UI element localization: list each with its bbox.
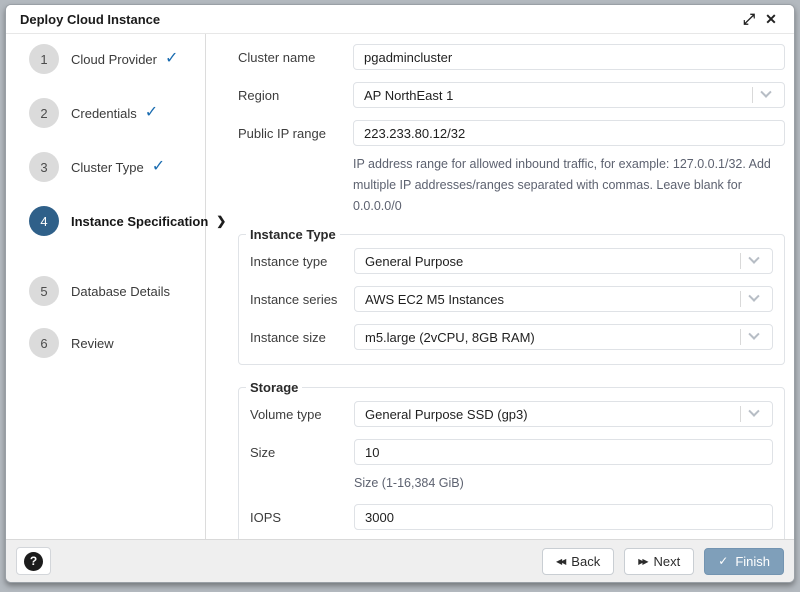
region-label: Region bbox=[238, 88, 353, 103]
cluster-name-row: Cluster name bbox=[238, 44, 785, 70]
step-number-badge: 1 bbox=[29, 44, 59, 74]
select-divider bbox=[752, 87, 753, 103]
instance-type-group: Instance Type Instance type General Purp… bbox=[238, 227, 785, 365]
instance-size-select[interactable]: m5.large (2vCPU, 8GB RAM) bbox=[354, 324, 773, 350]
public-ip-label: Public IP range bbox=[238, 126, 353, 141]
size-row: Size bbox=[250, 439, 773, 465]
instance-type-legend: Instance Type bbox=[246, 227, 340, 242]
next-button[interactable]: ▶▶ Next bbox=[624, 548, 694, 575]
check-icon: ✓ bbox=[165, 51, 178, 67]
instance-series-row: Instance series AWS EC2 M5 Instances bbox=[250, 286, 773, 312]
volume-type-row: Volume type General Purpose SSD (gp3) bbox=[250, 401, 773, 427]
size-label: Size bbox=[250, 445, 354, 460]
instance-size-selected-value: m5.large (2vCPU, 8GB RAM) bbox=[365, 330, 740, 345]
size-help-text: Size (1-16,384 GiB) bbox=[354, 473, 773, 494]
wizard-step-cloud-provider: 1 Cloud Provider ✓ bbox=[29, 44, 205, 74]
next-icon: ▶▶ bbox=[638, 557, 646, 566]
cluster-name-input[interactable] bbox=[353, 44, 785, 70]
dialog-titlebar: Deploy Cloud Instance ⤢ ✕ bbox=[6, 5, 794, 34]
step-number-badge: 2 bbox=[29, 98, 59, 128]
region-selected-value: AP NorthEast 1 bbox=[364, 88, 752, 103]
instance-type-row: Instance type General Purpose bbox=[250, 248, 773, 274]
wizard-step-instance-specification: 4 Instance Specification ❯ bbox=[29, 206, 205, 236]
step-label: Instance Specification bbox=[71, 214, 208, 229]
wizard-step-database-details: 5 Database Details bbox=[29, 276, 205, 306]
public-ip-help-text: IP address range for allowed inbound tra… bbox=[353, 154, 785, 217]
step-label: Credentials bbox=[71, 106, 137, 121]
step-number-badge: 6 bbox=[29, 328, 59, 358]
volume-type-label: Volume type bbox=[250, 407, 354, 422]
select-divider bbox=[740, 329, 741, 345]
instance-specification-form: Cluster name Region AP NorthEast 1 Publi… bbox=[206, 34, 794, 539]
cluster-name-label: Cluster name bbox=[238, 50, 353, 65]
finish-button-label: Finish bbox=[735, 554, 770, 569]
iops-row: IOPS bbox=[250, 504, 773, 530]
wizard-steps-sidebar: 1 Cloud Provider ✓ 2 Credentials ✓ 3 Clu… bbox=[6, 34, 206, 539]
check-icon: ✓ bbox=[145, 105, 158, 121]
step-label: Review bbox=[71, 336, 114, 351]
select-divider bbox=[740, 406, 741, 422]
instance-series-selected-value: AWS EC2 M5 Instances bbox=[365, 292, 740, 307]
wizard-step-review: 6 Review bbox=[29, 328, 205, 358]
check-icon: ✓ bbox=[152, 159, 165, 175]
back-button[interactable]: ◀◀ Back bbox=[542, 548, 614, 575]
back-icon: ◀◀ bbox=[556, 557, 564, 566]
instance-size-row: Instance size m5.large (2vCPU, 8GB RAM) bbox=[250, 324, 773, 350]
back-button-label: Back bbox=[571, 554, 600, 569]
step-label: Cloud Provider bbox=[71, 52, 157, 67]
select-divider bbox=[740, 253, 741, 269]
instance-type-selected-value: General Purpose bbox=[365, 254, 740, 269]
iops-label: IOPS bbox=[250, 510, 354, 525]
instance-series-label: Instance series bbox=[250, 292, 354, 307]
region-select[interactable]: AP NorthEast 1 bbox=[353, 82, 785, 108]
help-button[interactable]: ? bbox=[16, 547, 51, 575]
instance-type-label: Instance type bbox=[250, 254, 354, 269]
chevron-down-icon bbox=[748, 406, 759, 417]
select-divider bbox=[740, 291, 741, 307]
help-icon: ? bbox=[24, 552, 43, 571]
next-button-label: Next bbox=[654, 554, 681, 569]
public-ip-row: Public IP range bbox=[238, 120, 785, 146]
storage-legend: Storage bbox=[246, 380, 302, 395]
finish-button[interactable]: ✓ Finish bbox=[704, 548, 784, 575]
finish-check-icon: ✓ bbox=[718, 554, 728, 568]
deploy-cloud-instance-dialog: Deploy Cloud Instance ⤢ ✕ 1 Cloud Provid… bbox=[5, 4, 795, 583]
volume-type-selected-value: General Purpose SSD (gp3) bbox=[365, 407, 740, 422]
public-ip-input[interactable] bbox=[353, 120, 785, 146]
step-number-badge: 4 bbox=[29, 206, 59, 236]
maximize-icon[interactable]: ⤢ bbox=[738, 8, 760, 30]
step-number-badge: 5 bbox=[29, 276, 59, 306]
instance-series-select[interactable]: AWS EC2 M5 Instances bbox=[354, 286, 773, 312]
dialog-title: Deploy Cloud Instance bbox=[20, 12, 738, 27]
dialog-footer: ? ◀◀ Back ▶▶ Next ✓ Finish bbox=[6, 539, 794, 582]
dialog-body: 1 Cloud Provider ✓ 2 Credentials ✓ 3 Clu… bbox=[6, 34, 794, 539]
chevron-down-icon bbox=[748, 253, 759, 264]
step-label: Database Details bbox=[71, 284, 170, 299]
iops-input[interactable] bbox=[354, 504, 773, 530]
wizard-step-credentials: 2 Credentials ✓ bbox=[29, 98, 205, 128]
wizard-step-cluster-type: 3 Cluster Type ✓ bbox=[29, 152, 205, 182]
chevron-down-icon bbox=[748, 291, 759, 302]
step-number-badge: 3 bbox=[29, 152, 59, 182]
chevron-down-icon bbox=[760, 87, 771, 98]
storage-group: Storage Volume type General Purpose SSD … bbox=[238, 380, 785, 539]
close-icon[interactable]: ✕ bbox=[760, 8, 782, 30]
instance-size-label: Instance size bbox=[250, 330, 354, 345]
region-row: Region AP NorthEast 1 bbox=[238, 82, 785, 108]
size-input[interactable] bbox=[354, 439, 773, 465]
step-label: Cluster Type bbox=[71, 160, 144, 175]
chevron-down-icon bbox=[748, 329, 759, 340]
volume-type-select[interactable]: General Purpose SSD (gp3) bbox=[354, 401, 773, 427]
instance-type-select[interactable]: General Purpose bbox=[354, 248, 773, 274]
